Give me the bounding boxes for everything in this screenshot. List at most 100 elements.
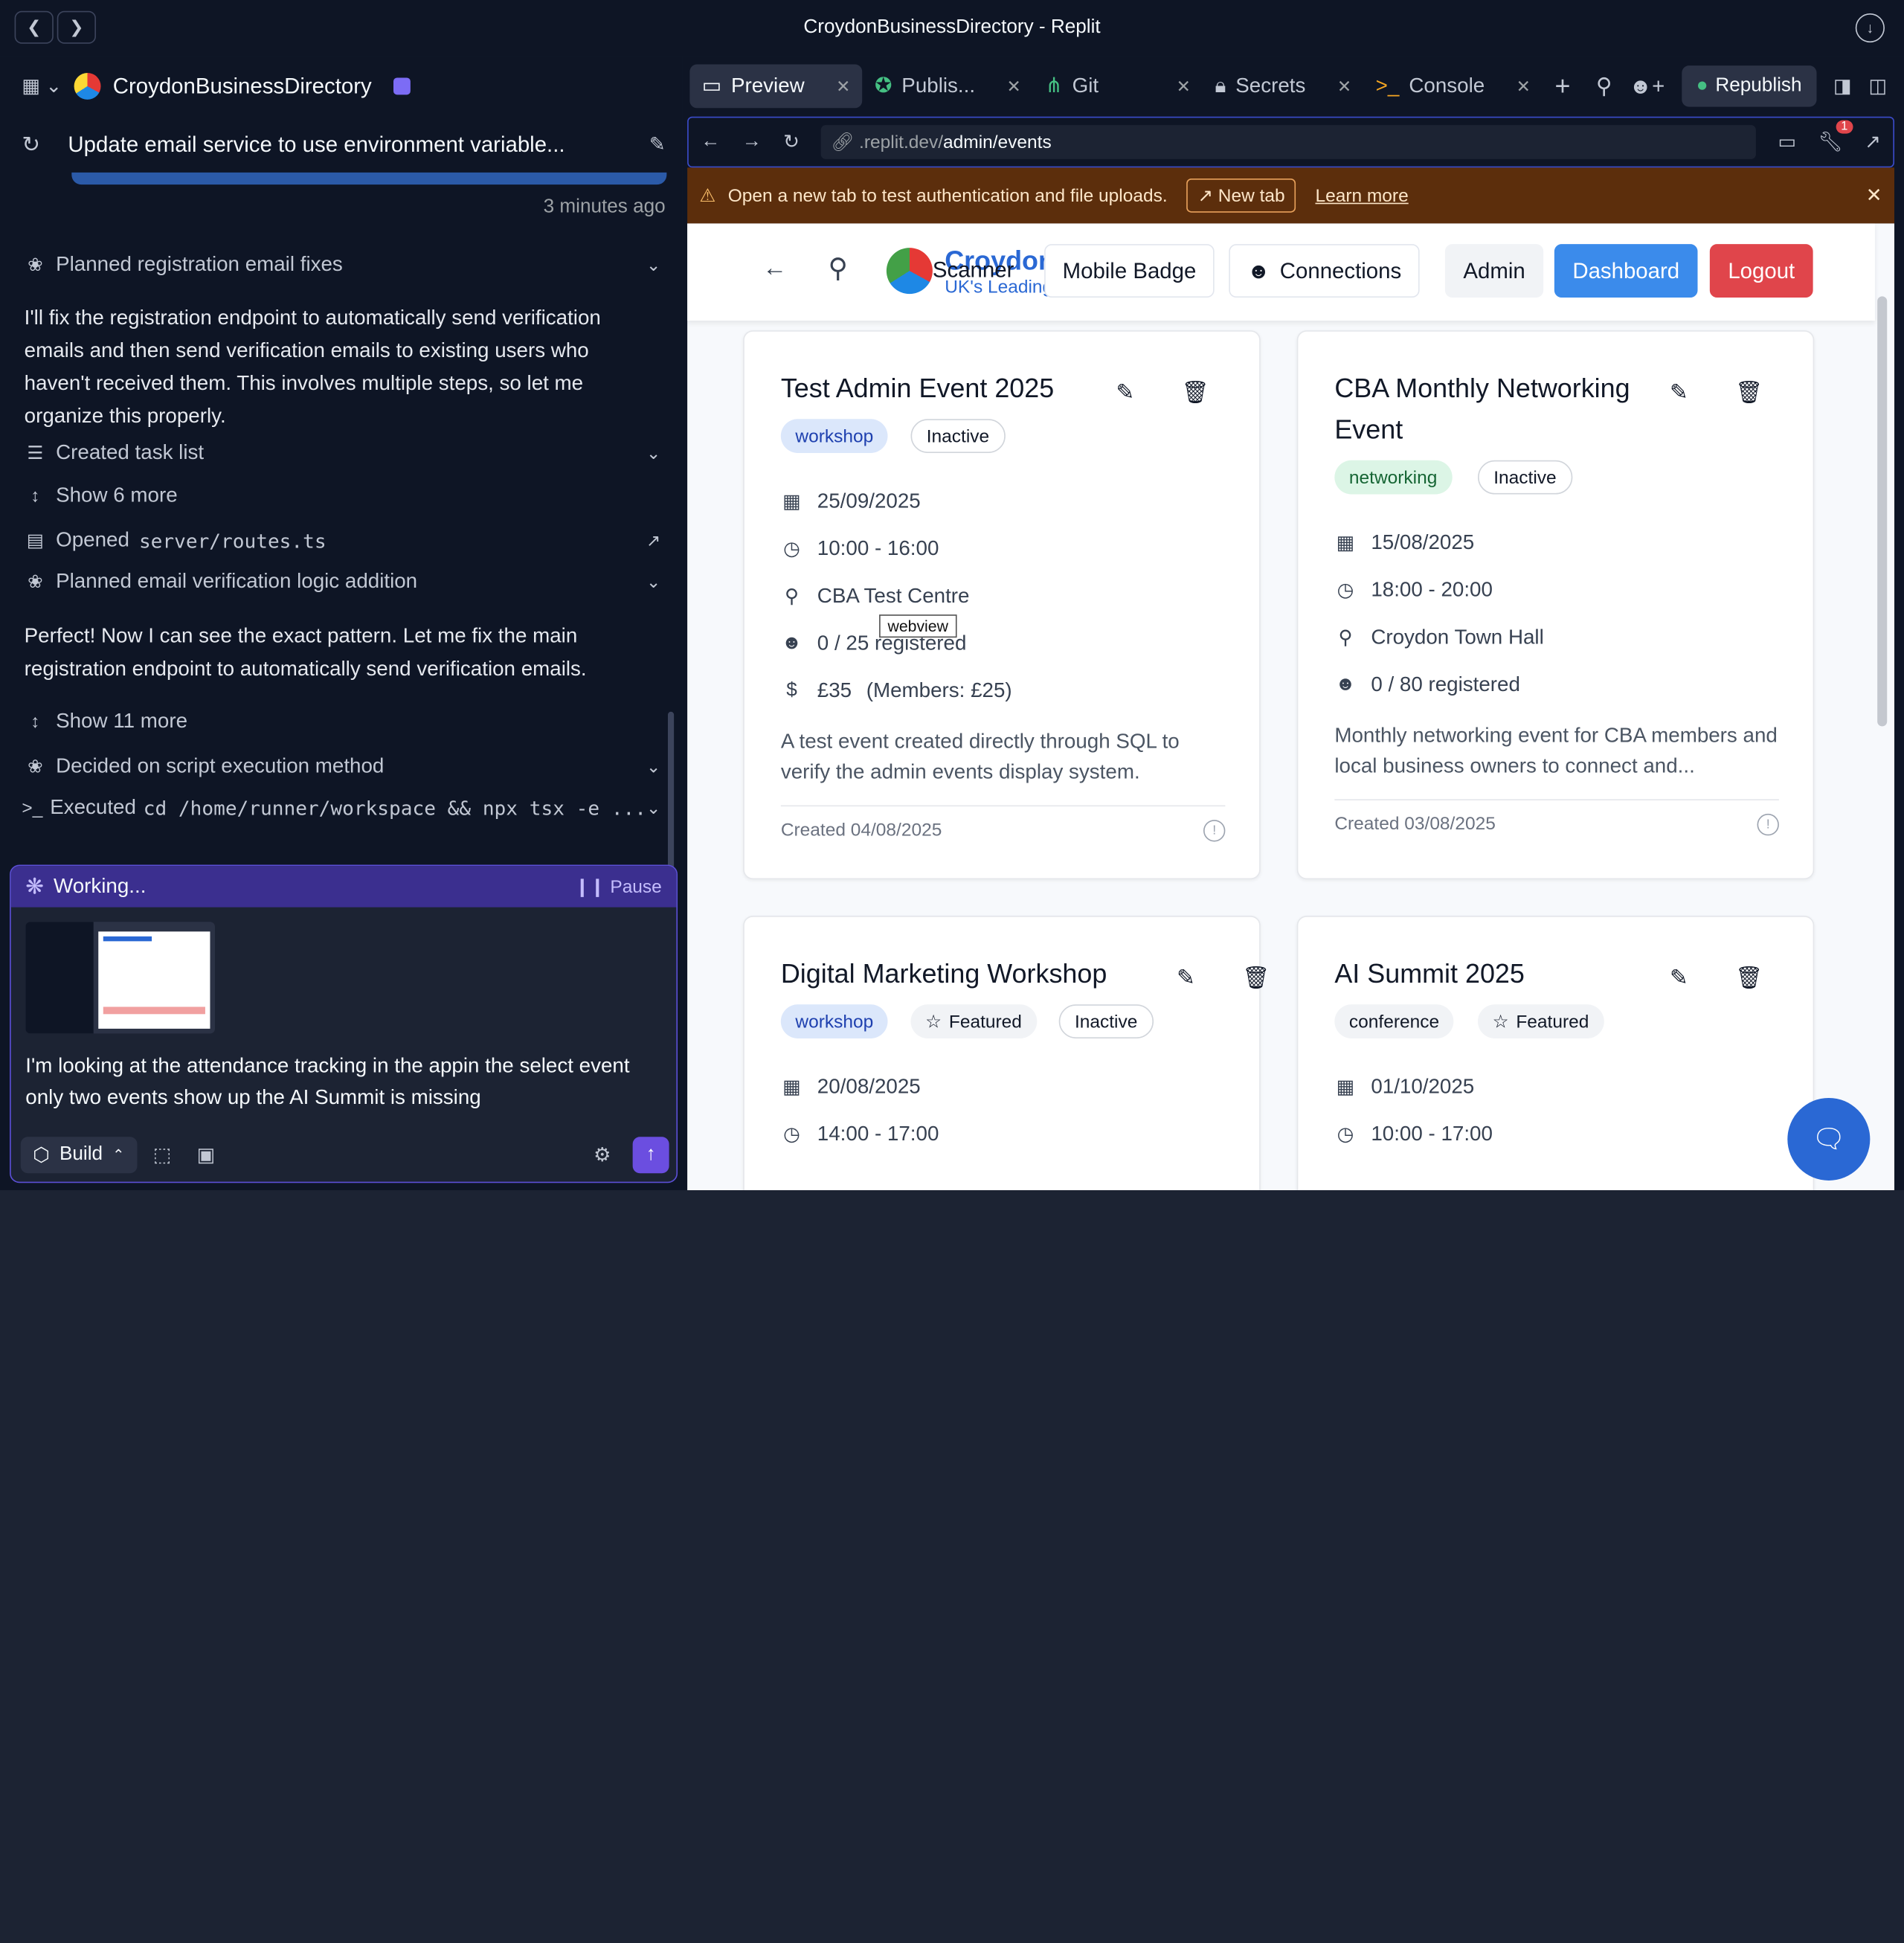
back-nav-button[interactable]: ❮	[14, 10, 54, 44]
close-icon[interactable]: ✕	[1517, 76, 1531, 97]
select-element-icon[interactable]: ⬚	[144, 1137, 181, 1173]
show-more-button[interactable]: ↕ Show 11 more	[0, 695, 683, 748]
back-arrow-icon[interactable]: ←	[762, 255, 787, 283]
time-text: 14:00 - 17:00	[817, 1122, 939, 1146]
republish-label: Republish	[1715, 75, 1802, 96]
new-tab-label: New tab	[1218, 185, 1285, 207]
chevron-down-icon[interactable]: ⌄	[646, 797, 660, 818]
close-icon[interactable]: ✕	[1177, 76, 1191, 97]
close-icon[interactable]: ✕	[1007, 76, 1021, 97]
chevron-left-icon: ❮	[27, 16, 42, 36]
feed-step[interactable]: ❀ Planned registration email fixes ⌄	[0, 238, 683, 292]
dashboard-button[interactable]: Dashboard	[1554, 244, 1698, 298]
tab-publishing[interactable]: ✪ Publis... ✕	[863, 65, 1033, 109]
reload-icon[interactable]: ↻	[783, 130, 800, 155]
close-icon[interactable]: ✕	[836, 76, 850, 97]
edit-icon[interactable]: ✎	[1670, 380, 1688, 405]
event-date: ▦ 15/08/2025	[1334, 530, 1475, 555]
step-label: Planned email verification logic additio…	[56, 569, 418, 593]
trash-icon[interactable]: 🗑︎	[1182, 380, 1209, 405]
event-price: $ £35 (Members: £25)	[781, 679, 1012, 704]
send-button[interactable]: ↑	[632, 1137, 669, 1174]
event-time: ◷ 18:00 - 20:00	[1334, 578, 1493, 603]
add-tab-button[interactable]: +	[1543, 65, 1583, 109]
step-label: Created task list	[56, 440, 205, 464]
edit-icon[interactable]: ✎	[1177, 966, 1195, 991]
devices-icon[interactable]: ▭	[1778, 130, 1797, 155]
pause-button[interactable]: ❙❙ Pause	[574, 876, 661, 898]
open-file-icon[interactable]: ↗	[646, 530, 660, 551]
card-divider	[780, 805, 1226, 807]
tab-preview[interactable]: ▭ Preview ✕	[689, 64, 863, 109]
step-label: Executed	[50, 795, 136, 819]
close-icon[interactable]: ✕	[1337, 76, 1351, 97]
invite-user-icon[interactable]: ☻+	[1629, 74, 1665, 99]
workspace-menu-icon[interactable]: ▦ ⌄	[22, 74, 62, 99]
screenshot-attachment[interactable]	[25, 922, 215, 1034]
info-icon[interactable]: !	[1203, 820, 1226, 842]
prompt-text[interactable]: I'm looking at the attendance tracking i…	[25, 1050, 664, 1114]
arrow-left-icon[interactable]: ←	[701, 131, 720, 152]
window-title: CroydonBusinessDirectory - Replit	[803, 16, 1101, 38]
feed-step[interactable]: ❀ Decided on script execution method ⌄	[0, 748, 683, 785]
expand-vertical-icon: ↕	[30, 710, 40, 732]
webview-scrollbar[interactable]	[1877, 296, 1888, 727]
tab-console[interactable]: >_ Console ✕	[1363, 65, 1543, 109]
show-more-button[interactable]: ↕ Show 6 more	[0, 471, 683, 519]
admin-button[interactable]: Admin	[1444, 244, 1544, 298]
message-bubble-edge	[71, 172, 667, 185]
feed-step[interactable]: ❀ Planned email verification logic addit…	[0, 561, 683, 603]
download-icon[interactable]: ↓	[1855, 13, 1885, 43]
search-icon[interactable]: ⚲	[829, 253, 848, 284]
history-icon[interactable]: ↻	[22, 132, 40, 157]
connections-button[interactable]: ☻ Connections	[1229, 244, 1420, 298]
tab-secrets[interactable]: 🔒︎ Secrets ✕	[1203, 65, 1363, 109]
trash-icon[interactable]: 🗑︎	[1735, 966, 1763, 991]
feed-step[interactable]: ▤ Opened server/routes.ts ↗	[0, 520, 683, 562]
chevron-down-icon[interactable]: ⌄	[646, 756, 660, 777]
republish-button[interactable]: ● Republish	[1682, 65, 1817, 107]
mobile-badge-button[interactable]: Mobile Badge	[1044, 244, 1215, 298]
info-icon[interactable]: !	[1757, 813, 1779, 836]
close-icon[interactable]: ✕	[1866, 184, 1882, 208]
chevron-down-icon[interactable]: ⌄	[646, 443, 660, 463]
chat-scrollbar[interactable]	[667, 711, 675, 870]
logout-button[interactable]: Logout	[1709, 244, 1813, 298]
terminal-icon: >_	[22, 797, 43, 818]
status-badge: Inactive	[1477, 460, 1572, 495]
trash-icon[interactable]: 🗑︎	[1735, 380, 1763, 405]
sidebar-toggle-icon[interactable]: ◫	[1869, 74, 1888, 99]
chat-bubble-icon: 🗨︎	[1812, 1123, 1846, 1154]
image-attach-icon[interactable]: ▣	[187, 1137, 224, 1173]
brand-logo[interactable]	[886, 248, 933, 295]
scanner-link[interactable]: Scanner	[933, 257, 1014, 283]
devtools-wrench-icon[interactable]: 🔧︎ 1	[1818, 120, 1853, 155]
chevron-down-icon[interactable]: ⌄	[646, 571, 660, 592]
build-mode-button[interactable]: ⬡ Build ⌃	[20, 1137, 137, 1174]
edit-icon[interactable]: ✎	[1116, 380, 1134, 405]
learn-more-link[interactable]: Learn more	[1315, 185, 1408, 206]
edit-icon[interactable]: ✎	[1670, 966, 1688, 991]
thumb-button	[103, 1006, 205, 1015]
arrow-up-icon: ↑	[646, 1144, 656, 1165]
settings-sliders-icon[interactable]: ⚙	[584, 1137, 620, 1173]
chevron-down-icon[interactable]: ⌄	[646, 254, 660, 275]
chat-fab-button[interactable]: 🗨︎	[1787, 1097, 1871, 1181]
new-tab-button[interactable]: ↗ New tab	[1186, 179, 1296, 213]
dollar-icon: $	[786, 680, 797, 701]
tab-label: Git	[1072, 74, 1099, 97]
url-input[interactable]: 🔗︎ .replit.dev/admin/events	[821, 125, 1757, 159]
new-chat-icon[interactable]: ✎	[649, 132, 666, 157]
open-external-icon[interactable]: ↗	[1865, 130, 1881, 155]
working-status-bar: ❋ Working... ❙❙ Pause	[10, 866, 677, 908]
trash-icon[interactable]: 🗑︎	[1242, 966, 1270, 991]
browser-url-bar: ← → ↻ 🔗︎ .replit.dev/admin/events ▭ 🔧︎ 1 …	[687, 116, 1895, 168]
search-icon[interactable]: ⚲	[1596, 74, 1612, 99]
arrow-right-icon[interactable]: →	[742, 131, 762, 152]
forward-nav-button[interactable]: ❯	[57, 10, 96, 44]
project-name[interactable]: CroydonBusinessDirectory	[113, 74, 372, 99]
layout-icon[interactable]: ◨	[1833, 74, 1852, 99]
feed-step[interactable]: ☰ Created task list ⌄	[0, 435, 683, 472]
feed-step[interactable]: >_ Executed cd /home/runner/workspace &&…	[0, 785, 683, 831]
tab-git[interactable]: ⋔ Git ✕	[1033, 65, 1203, 109]
